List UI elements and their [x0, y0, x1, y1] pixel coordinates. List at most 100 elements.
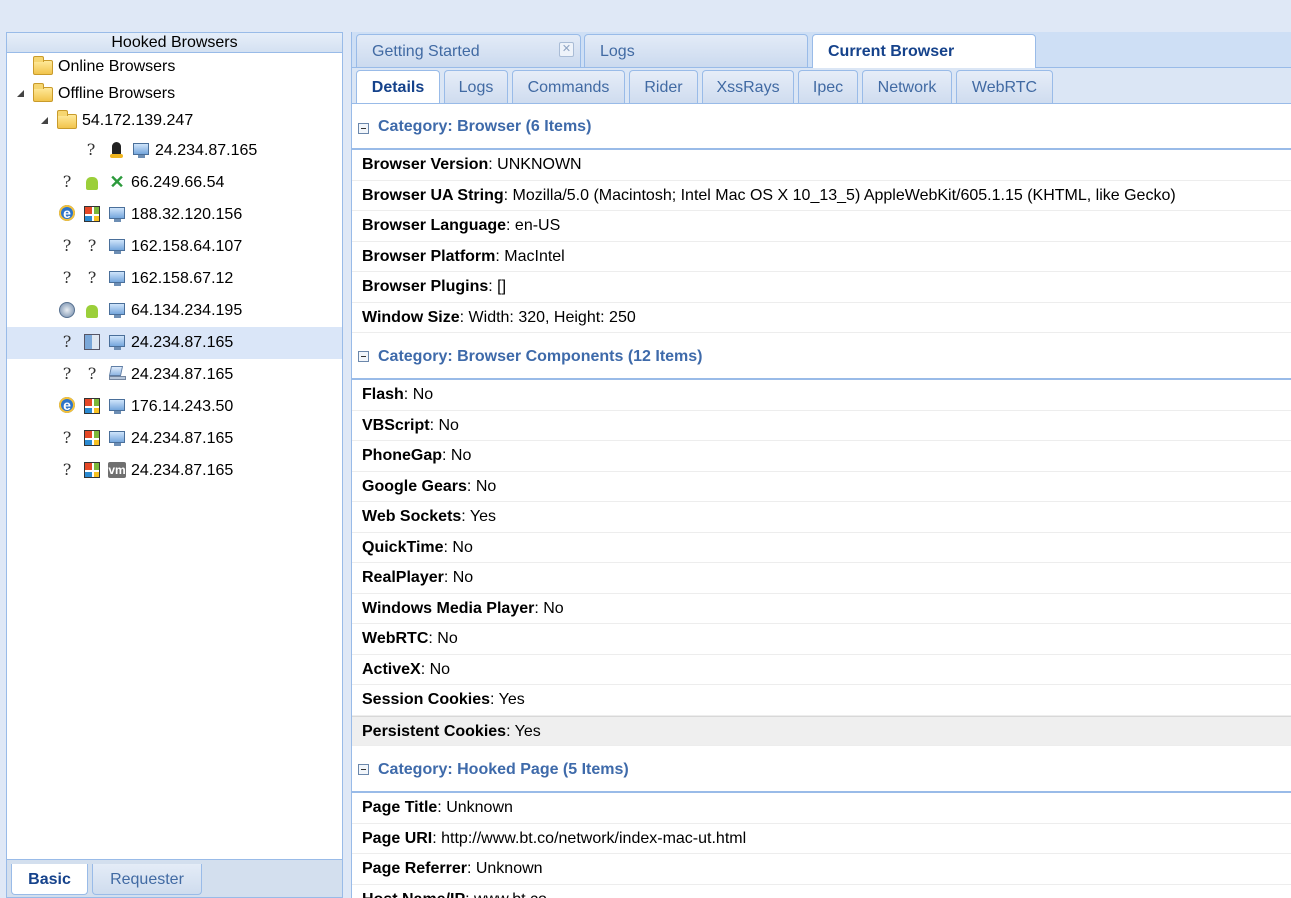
- subtab-details[interactable]: Details: [356, 70, 440, 103]
- subtab-rider[interactable]: Rider: [629, 70, 698, 103]
- property-value: : http://www.bt.co/network/index-mac-ut.…: [432, 829, 747, 847]
- folder-open-icon: [57, 110, 77, 129]
- property-key: Session Cookies: [362, 691, 491, 708]
- tree-node-browser[interactable]: ? 24.234.87.165: [7, 423, 342, 455]
- category-header[interactable]: Category: Browser (6 Items): [352, 104, 1291, 150]
- tree-node-browser[interactable]: 188.32.120.156: [7, 199, 342, 231]
- vm-icon: vm: [108, 462, 126, 478]
- subtab-commands[interactable]: Commands: [512, 70, 625, 103]
- tree-node-browser[interactable]: ?? 162.158.67.12: [7, 263, 342, 295]
- property-value: : Unknown: [437, 799, 513, 816]
- property-value: : Yes: [506, 722, 541, 740]
- tab-requester[interactable]: Requester: [92, 864, 202, 895]
- desktop-icon: [108, 397, 126, 415]
- windows-icon: [83, 461, 101, 479]
- property-key: Page Title: [362, 799, 438, 816]
- details-panel: Category: Browser (6 Items) Browser Versi…: [352, 104, 1291, 898]
- expand-arrow-icon[interactable]: [41, 117, 48, 124]
- property-key: Persistent Cookies: [362, 722, 507, 740]
- main-tab-bar: Getting Started ✕ Logs Current Browser: [352, 32, 1291, 68]
- browser-tree: Online Browsers Offline Browsers 54.172.…: [7, 53, 342, 861]
- browser-ip-label: 162.158.67.12: [131, 270, 234, 287]
- property-key: WebRTC: [362, 630, 429, 647]
- property-row: Browser Version: UNKNOWN: [352, 150, 1291, 181]
- property-row: Page Referrer: Unknown: [352, 854, 1291, 885]
- tree-node-browser[interactable]: ? 66.249.66.54: [7, 167, 342, 199]
- property-value: : en-US: [506, 217, 561, 234]
- folder-icon: [33, 56, 53, 75]
- category-header[interactable]: Category: Hooked Page (5 Items): [352, 746, 1291, 793]
- unknown-browser-icon: ?: [62, 428, 72, 447]
- subtab-logs[interactable]: Logs: [444, 70, 508, 103]
- property-row: Browser Platform: MacIntel: [352, 242, 1291, 272]
- property-value: : No: [428, 630, 458, 647]
- property-key: Browser Platform: [362, 247, 496, 265]
- unknown-browser-icon: ?: [62, 332, 72, 351]
- tab-label: Current Browser: [828, 43, 955, 60]
- property-key: ActiveX: [362, 660, 421, 678]
- subtab-network[interactable]: Network: [862, 70, 952, 103]
- property-value: : Yes: [490, 691, 525, 708]
- tree-node-offline-browsers[interactable]: Offline Browsers: [7, 80, 342, 107]
- tab-basic[interactable]: Basic: [11, 864, 88, 895]
- browser-ip-label: 24.234.87.165: [131, 462, 234, 479]
- tree-node-label: Offline Browsers: [58, 85, 176, 102]
- folder-open-icon: [33, 83, 53, 102]
- property-row: Google Gears: No: [352, 472, 1291, 502]
- tab-logs[interactable]: Logs: [584, 34, 808, 67]
- close-icon[interactable]: ✕: [559, 42, 574, 57]
- unknown-browser-icon: ?: [62, 172, 72, 191]
- property-key: Browser Plugins: [362, 278, 489, 295]
- tab-current-browser[interactable]: Current Browser: [812, 34, 1036, 68]
- windows-icon: [83, 205, 101, 223]
- tree-node-browser[interactable]: ? 24.234.87.165: [7, 327, 342, 359]
- tree-node-browser[interactable]: 64.134.234.195: [7, 295, 342, 327]
- desktop-icon: [108, 429, 126, 447]
- expand-arrow-icon[interactable]: [17, 90, 24, 97]
- windows-icon: [83, 429, 101, 447]
- property-value: : Yes: [461, 508, 496, 525]
- tree-node-subnet[interactable]: 54.172.139.247: [7, 107, 342, 134]
- property-row: Windows Media Player: No: [352, 594, 1291, 624]
- tree-node-browser[interactable]: ?? 162.158.64.107: [7, 231, 342, 263]
- property-key: RealPlayer: [362, 569, 444, 586]
- tree-node-online-browsers[interactable]: Online Browsers: [7, 53, 342, 80]
- browser-ip-label: 66.249.66.54: [131, 174, 225, 191]
- property-key: PhoneGap: [362, 447, 443, 464]
- subtab-xssrays[interactable]: XssRays: [702, 70, 794, 103]
- browser-ip-label: 24.234.87.165: [131, 366, 234, 383]
- category-header[interactable]: Category: Browser Components (12 Items): [352, 333, 1291, 380]
- property-row: Flash: No: [352, 380, 1291, 411]
- property-row: Window Size: Width: 320, Height: 250: [352, 303, 1291, 333]
- property-row: QuickTime: No: [352, 533, 1291, 563]
- tree-node-browser[interactable]: 24.234.87.165 ?: [7, 135, 342, 167]
- laptop-icon: [108, 365, 126, 383]
- browser-ip-label: 162.158.64.107: [131, 238, 243, 255]
- property-row: Browser Language: en-US: [352, 211, 1291, 242]
- browser-ip-label: 24.234.87.165: [131, 430, 234, 447]
- tree-node-browser[interactable]: ? vm 24.234.87.165: [7, 455, 342, 487]
- subtab-webrtc[interactable]: WebRTC: [956, 70, 1053, 103]
- property-key: Browser Version: [362, 156, 489, 173]
- desktop-icon: [108, 301, 126, 319]
- property-value: : Mozilla/5.0 (Macintosh; Intel Mac OS X…: [503, 186, 1176, 204]
- windows-icon: [83, 397, 101, 415]
- property-value: : No: [442, 447, 472, 464]
- property-row: Browser UA String: Mozilla/5.0 (Macintos…: [352, 181, 1291, 211]
- browser-ip-label: 188.32.120.156: [131, 206, 243, 223]
- property-key: QuickTime: [362, 538, 444, 556]
- collapse-icon[interactable]: [358, 351, 369, 362]
- property-value: : Width: 320, Height: 250: [459, 308, 636, 326]
- unknown-browser-icon: ?: [62, 268, 72, 287]
- tab-getting-started[interactable]: Getting Started ✕: [356, 34, 581, 67]
- tree-node-browser[interactable]: ?? 24.234.87.165: [7, 359, 342, 391]
- tree-node-browser[interactable]: 176.14.243.50: [7, 391, 342, 423]
- tab-label: Logs: [600, 43, 635, 60]
- safari-icon: [58, 301, 76, 319]
- subtab-ipec[interactable]: Ipec: [798, 70, 858, 103]
- browser-ip-label: 176.14.243.50: [131, 398, 234, 415]
- collapse-icon[interactable]: [358, 764, 369, 775]
- collapse-icon[interactable]: [358, 123, 369, 134]
- macos-icon: [83, 333, 101, 351]
- property-key: Window Size: [362, 308, 460, 326]
